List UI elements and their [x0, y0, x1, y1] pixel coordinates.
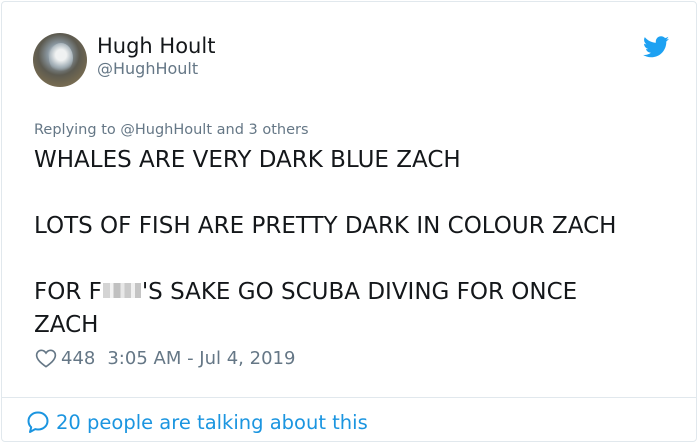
tweet-meta: 448 3:05 AM - Jul 4, 2019: [35, 346, 295, 370]
like-count[interactable]: 448: [61, 348, 95, 369]
twitter-bird-icon[interactable]: [643, 36, 669, 58]
tweet-header: Hugh Hoult @HughHoult: [2, 2, 696, 102]
tweet-line-end: 'S SAKE GO SCUBA DIVING FOR ONCE: [141, 279, 578, 305]
avatar-figure: [49, 43, 73, 73]
speech-bubble-icon: [27, 411, 49, 433]
tweet-line-start: FOR F: [34, 279, 102, 305]
tweet-line: WHALES ARE VERY DARK BLUE ZACH: [34, 147, 461, 173]
author-handle[interactable]: @HughHoult: [97, 59, 198, 79]
tweet-body: WHALES ARE VERY DARK BLUE ZACH LOTS OF F…: [34, 144, 674, 342]
heart-icon[interactable]: [35, 348, 57, 368]
tweet-line: LOTS OF FISH ARE PRETTY DARK IN COLOUR Z…: [34, 213, 617, 239]
replying-to-context[interactable]: Replying to @HughHoult and 3 others: [34, 121, 309, 139]
footer-divider: [2, 397, 696, 398]
tweet-timestamp[interactable]: 3:05 AM - Jul 4, 2019: [107, 348, 295, 369]
tweet-card: Hugh Hoult @HughHoult Replying to @HughH…: [1, 1, 697, 442]
author-display-name[interactable]: Hugh Hoult: [97, 33, 215, 59]
conversation-footer[interactable]: 20 people are talking about this: [26, 408, 368, 436]
censored-word-block: [102, 283, 141, 298]
tweet-line: ZACH: [34, 312, 99, 338]
avatar[interactable]: [33, 33, 87, 87]
talking-about-link[interactable]: 20 people are talking about this: [56, 411, 368, 434]
tweet-line: FOR F 'S SAKE GO SCUBA DIVING FOR ONCE: [34, 276, 674, 309]
